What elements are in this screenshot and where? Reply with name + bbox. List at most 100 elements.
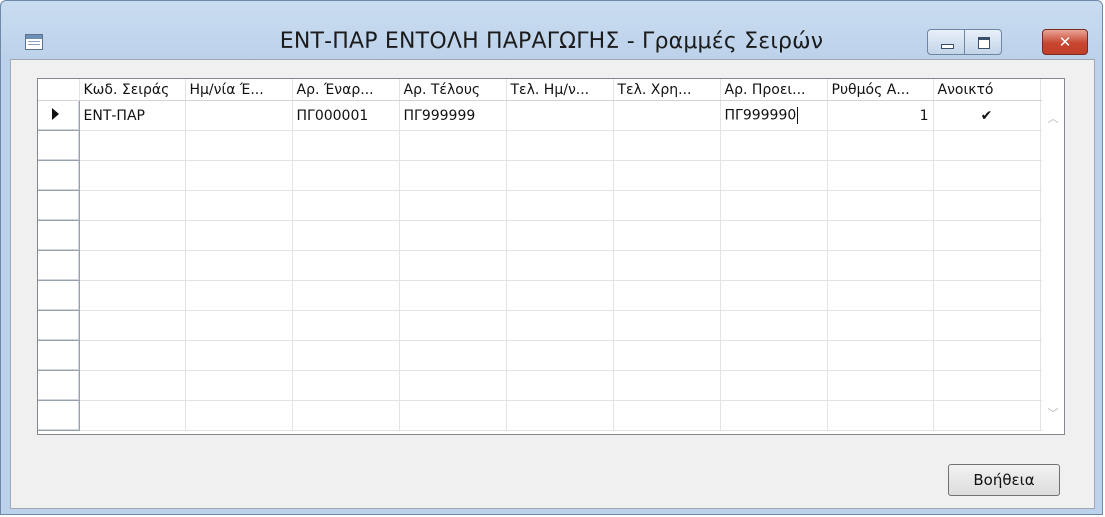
cell-start-date[interactable] — [185, 220, 293, 251]
cell-open-checkbox[interactable] — [933, 400, 1041, 431]
cell-open-checkbox[interactable] — [933, 160, 1041, 191]
column-header-warning-no[interactable]: Αρ. Προει... — [720, 79, 828, 101]
cell-last-no-used[interactable] — [613, 280, 721, 311]
table-row-empty[interactable] — [38, 340, 1062, 371]
cell-start-date[interactable] — [185, 100, 293, 131]
cell-open-checkbox[interactable] — [933, 370, 1041, 401]
cell-last-no-used[interactable] — [613, 130, 721, 161]
row-selector[interactable] — [38, 310, 80, 341]
cell-end-no[interactable]: ΠΓ999999 — [399, 100, 507, 131]
column-header-start-date[interactable]: Ημ/νία Έ... — [185, 79, 293, 101]
cell-open-checkbox[interactable] — [933, 310, 1041, 341]
cell-increment[interactable] — [827, 400, 934, 431]
table-row-empty[interactable] — [38, 250, 1062, 281]
cell-warning-no[interactable] — [720, 310, 828, 341]
close-button[interactable]: ✕ — [1042, 29, 1088, 55]
cell-series-code[interactable] — [79, 130, 186, 161]
column-header-end-no[interactable]: Αρ. Τέλους — [399, 79, 507, 101]
cell-start-no[interactable] — [292, 310, 400, 341]
cell-last-no-used[interactable] — [613, 190, 721, 221]
cell-last-date-used[interactable] — [506, 100, 614, 131]
cell-start-date[interactable] — [185, 340, 293, 371]
cell-warning-no[interactable] — [720, 370, 828, 401]
cell-end-no[interactable] — [399, 190, 507, 221]
cell-warning-no[interactable] — [720, 220, 828, 251]
cell-open-checkbox[interactable]: ✔ — [933, 100, 1041, 131]
cell-series-code[interactable] — [79, 400, 186, 431]
cell-series-code[interactable] — [79, 220, 186, 251]
cell-open-checkbox[interactable] — [933, 250, 1041, 281]
cell-start-date[interactable] — [185, 190, 293, 221]
cell-warning-no[interactable] — [720, 280, 828, 311]
help-button[interactable]: Βοήθεια — [948, 464, 1060, 496]
cell-increment[interactable] — [827, 280, 934, 311]
cell-start-no[interactable] — [292, 190, 400, 221]
cell-end-no[interactable] — [399, 160, 507, 191]
cell-start-no[interactable] — [292, 400, 400, 431]
row-selector[interactable] — [38, 190, 80, 221]
cell-end-no[interactable] — [399, 400, 507, 431]
table-row-empty[interactable] — [38, 370, 1062, 401]
cell-series-code[interactable] — [79, 370, 186, 401]
cell-last-no-used[interactable] — [613, 340, 721, 371]
table-row-empty[interactable] — [38, 310, 1062, 341]
column-header-start-no[interactable]: Αρ. Έναρ... — [292, 79, 400, 101]
cell-last-date-used[interactable] — [506, 370, 614, 401]
table-row-empty[interactable] — [38, 220, 1062, 251]
cell-end-no[interactable] — [399, 280, 507, 311]
scroll-up-icon[interactable]: ︿ — [1047, 113, 1059, 124]
cell-start-date[interactable] — [185, 160, 293, 191]
scroll-down-icon[interactable]: ﹀ — [1047, 408, 1059, 419]
cell-last-no-used[interactable] — [613, 220, 721, 251]
cell-start-no[interactable] — [292, 250, 400, 281]
table-row-empty[interactable] — [38, 400, 1062, 431]
cell-start-no[interactable] — [292, 220, 400, 251]
cell-end-no[interactable] — [399, 250, 507, 281]
cell-end-no[interactable] — [399, 130, 507, 161]
cell-start-date[interactable] — [185, 130, 293, 161]
cell-warning-no[interactable] — [720, 400, 828, 431]
cell-warning-no[interactable] — [720, 160, 828, 191]
row-selector[interactable] — [38, 100, 80, 131]
cell-series-code[interactable]: ΕΝΤ-ΠΑΡ — [79, 100, 186, 131]
cell-increment[interactable] — [827, 190, 934, 221]
cell-open-checkbox[interactable] — [933, 130, 1041, 161]
row-selector[interactable] — [38, 130, 80, 161]
column-header-increment[interactable]: Ρυθμός Α... — [827, 79, 934, 101]
cell-warning-no[interactable]: ΠΓ999990 — [720, 100, 828, 131]
cell-last-no-used[interactable] — [613, 100, 721, 131]
cell-open-checkbox[interactable] — [933, 220, 1041, 251]
row-selector[interactable] — [38, 250, 80, 281]
cell-end-no[interactable] — [399, 340, 507, 371]
cell-last-date-used[interactable] — [506, 160, 614, 191]
row-selector[interactable] — [38, 370, 80, 401]
cell-start-no[interactable] — [292, 370, 400, 401]
cell-start-no[interactable] — [292, 130, 400, 161]
cell-end-no[interactable] — [399, 220, 507, 251]
table-row[interactable]: ΕΝΤ-ΠΑΡ ΠΓ000001 ΠΓ999999 ΠΓ999990 1 ✔ — [38, 100, 1062, 131]
cell-series-code[interactable] — [79, 250, 186, 281]
cell-warning-no[interactable] — [720, 340, 828, 371]
cell-increment[interactable] — [827, 250, 934, 281]
title-bar[interactable]: ΕΝΤ-ΠΑΡ ΕΝΤΟΛΗ ΠΑΡΑΓΩΓΗΣ - Γραμμές Σειρώ… — [1, 1, 1102, 57]
cell-last-date-used[interactable] — [506, 130, 614, 161]
cell-last-date-used[interactable] — [506, 280, 614, 311]
table-row-empty[interactable] — [38, 160, 1062, 191]
cell-open-checkbox[interactable] — [933, 190, 1041, 221]
cell-warning-no[interactable] — [720, 130, 828, 161]
cell-increment[interactable] — [827, 220, 934, 251]
cell-series-code[interactable] — [79, 190, 186, 221]
cell-series-code[interactable] — [79, 280, 186, 311]
column-header-last-date-used[interactable]: Τελ. Ημ/ν... — [506, 79, 614, 101]
cell-end-no[interactable] — [399, 310, 507, 341]
cell-increment[interactable] — [827, 130, 934, 161]
column-header-series-code[interactable]: Κωδ. Σειράς — [79, 79, 186, 101]
row-selector[interactable] — [38, 280, 80, 311]
cell-last-date-used[interactable] — [506, 340, 614, 371]
cell-last-date-used[interactable] — [506, 220, 614, 251]
cell-last-date-used[interactable] — [506, 250, 614, 281]
cell-end-no[interactable] — [399, 370, 507, 401]
row-selector[interactable] — [38, 400, 80, 431]
cell-series-code[interactable] — [79, 340, 186, 371]
cell-last-date-used[interactable] — [506, 400, 614, 431]
